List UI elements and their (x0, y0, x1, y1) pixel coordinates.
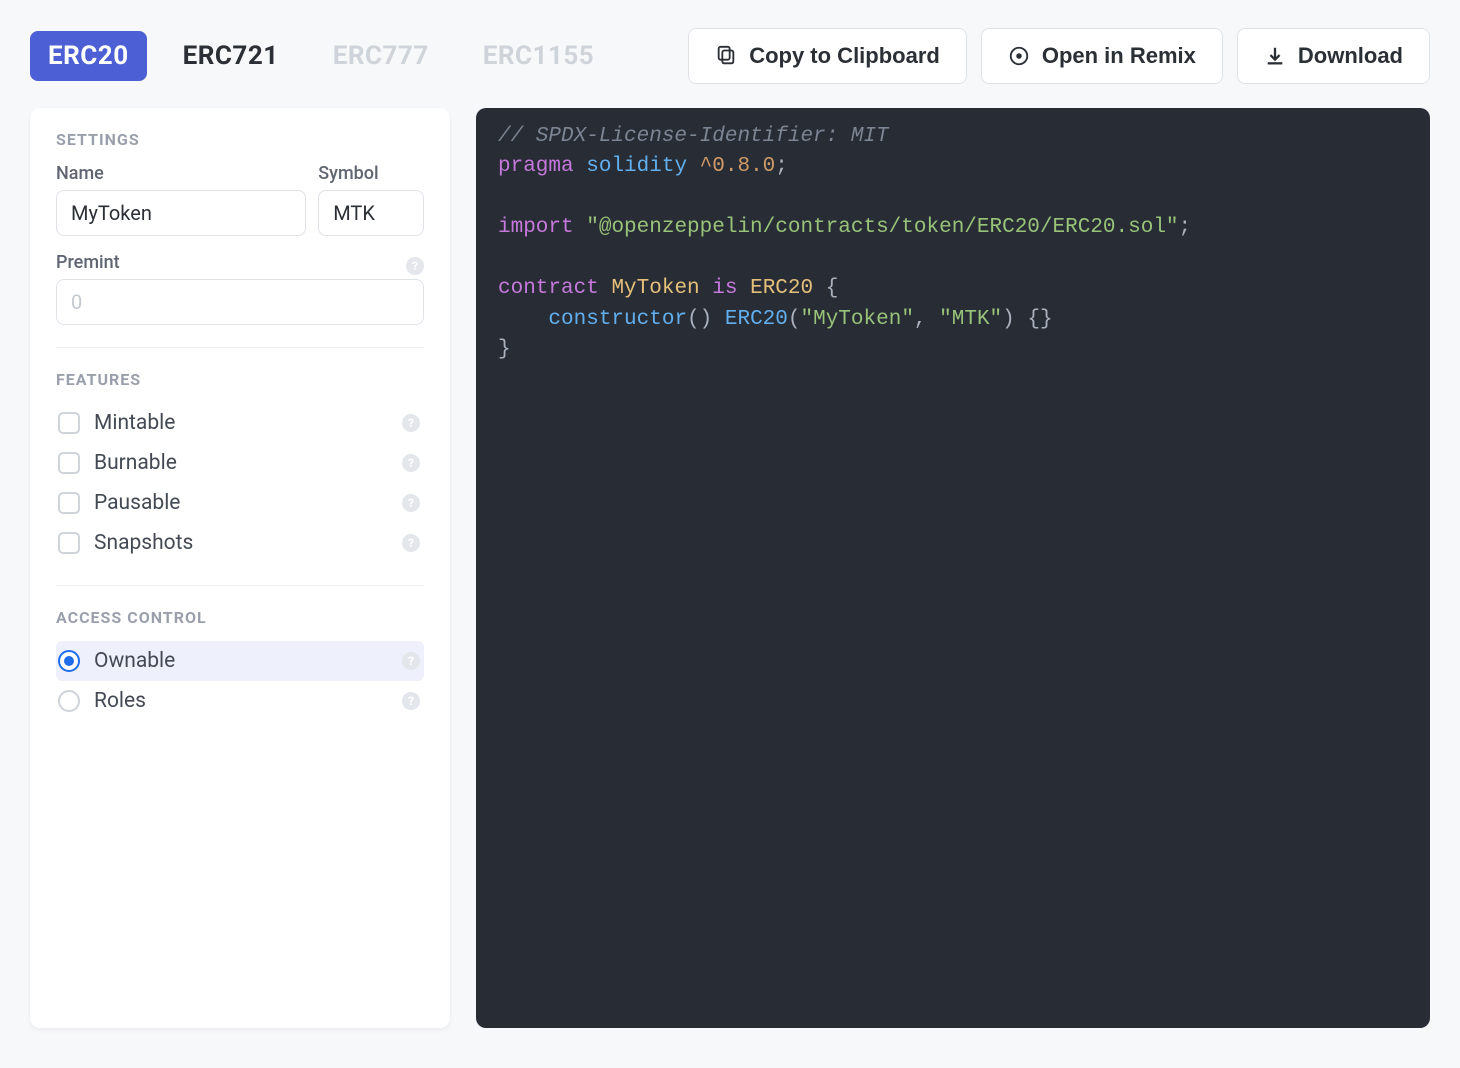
access-control-heading: ACCESS CONTROL (56, 608, 424, 627)
code-semi: ; (1179, 216, 1192, 239)
download-icon (1264, 45, 1286, 67)
name-field: Name (56, 163, 306, 236)
checkbox-icon (58, 532, 80, 554)
access-ownable[interactable]: Ownable ? (56, 641, 424, 681)
action-buttons: Copy to Clipboard Open in Remix Download (688, 28, 1430, 84)
code-paren-close: ) (1002, 308, 1015, 331)
help-icon[interactable]: ? (402, 692, 420, 710)
clipboard-icon (715, 45, 737, 67)
code-arg2: "MTK" (939, 308, 1002, 331)
tab-erc20[interactable]: ERC20 (30, 31, 147, 81)
download-button[interactable]: Download (1237, 28, 1430, 84)
help-icon[interactable]: ? (402, 534, 420, 552)
checkbox-icon (58, 492, 80, 514)
code-constructor-kw: constructor (548, 308, 687, 331)
code-output: // SPDX-License-Identifier: MIT pragma s… (476, 108, 1430, 1028)
code-arg1: "MyToken" (801, 308, 914, 331)
code-pragma-kw: pragma (498, 155, 574, 178)
code-solidity-kw: solidity (586, 155, 687, 178)
code-is-kw: is (712, 277, 737, 300)
settings-heading: SETTINGS (56, 130, 424, 149)
feature-label: Mintable (94, 411, 175, 435)
premint-field: Premint ? (56, 252, 424, 325)
copy-to-clipboard-button[interactable]: Copy to Clipboard (688, 28, 967, 84)
open-in-remix-button[interactable]: Open in Remix (981, 28, 1223, 84)
feature-burnable[interactable]: Burnable ? (56, 443, 424, 483)
symbol-input[interactable] (318, 190, 424, 236)
settings-sidebar: SETTINGS Name Symbol Premint ? (30, 108, 450, 1028)
wizard-app: ERC20 ERC721 ERC777 ERC1155 Copy to Clip… (0, 0, 1460, 1068)
feature-pausable[interactable]: Pausable ? (56, 483, 424, 523)
help-icon[interactable]: ? (402, 414, 420, 432)
radio-icon (58, 650, 80, 672)
features-heading: FEATURES (56, 370, 424, 389)
content-row: SETTINGS Name Symbol Premint ? (30, 108, 1430, 1028)
feature-label: Burnable (94, 451, 177, 475)
code-base-name: ERC20 (750, 277, 813, 300)
tab-erc777: ERC777 (315, 31, 447, 81)
code-import-path: "@openzeppelin/contracts/token/ERC20/ERC… (586, 216, 1178, 239)
tab-erc721[interactable]: ERC721 (165, 31, 297, 81)
download-label: Download (1298, 43, 1403, 69)
name-label: Name (56, 163, 306, 184)
help-icon[interactable]: ? (402, 494, 420, 512)
code-paren-open: ( (788, 308, 801, 331)
access-label: Ownable (94, 649, 175, 673)
name-symbol-row: Name Symbol (56, 163, 424, 236)
feature-mintable[interactable]: Mintable ? (56, 403, 424, 443)
premint-label: Premint (56, 252, 120, 273)
symbol-field: Symbol (318, 163, 424, 236)
help-icon[interactable]: ? (402, 454, 420, 472)
feature-snapshots[interactable]: Snapshots ? (56, 523, 424, 563)
symbol-label: Symbol (318, 163, 424, 184)
access-roles[interactable]: Roles ? (56, 681, 424, 721)
code-import-kw: import (498, 216, 574, 239)
name-input[interactable] (56, 190, 306, 236)
radio-icon (58, 690, 80, 712)
code-erc20-call: ERC20 (725, 308, 788, 331)
code-brace-close: } (498, 338, 511, 361)
token-standard-tabs: ERC20 ERC721 ERC777 ERC1155 (30, 31, 612, 81)
divider (56, 347, 424, 348)
access-label: Roles (94, 689, 146, 713)
checkbox-icon (58, 412, 80, 434)
code-parens: () (687, 308, 712, 331)
code-contract-name: MyToken (611, 277, 699, 300)
remix-label: Open in Remix (1042, 43, 1196, 69)
help-icon[interactable]: ? (402, 652, 420, 670)
feature-label: Pausable (94, 491, 180, 515)
code-empty-body: {} (1027, 308, 1052, 331)
code-brace-open: { (826, 277, 839, 300)
tab-erc1155: ERC1155 (465, 31, 612, 81)
checkbox-icon (58, 452, 80, 474)
copy-label: Copy to Clipboard (749, 43, 940, 69)
premint-input[interactable] (56, 279, 424, 325)
topbar: ERC20 ERC721 ERC777 ERC1155 Copy to Clip… (30, 28, 1430, 84)
remix-icon (1008, 45, 1030, 67)
feature-label: Snapshots (94, 531, 193, 555)
code-contract-kw: contract (498, 277, 599, 300)
divider (56, 585, 424, 586)
help-icon[interactable]: ? (406, 257, 424, 275)
code-arg-comma: , (914, 308, 939, 331)
code-semi: ; (775, 155, 788, 178)
code-version: ^0.8.0 (700, 155, 776, 178)
code-license-comment: // SPDX-License-Identifier: MIT (498, 125, 889, 148)
